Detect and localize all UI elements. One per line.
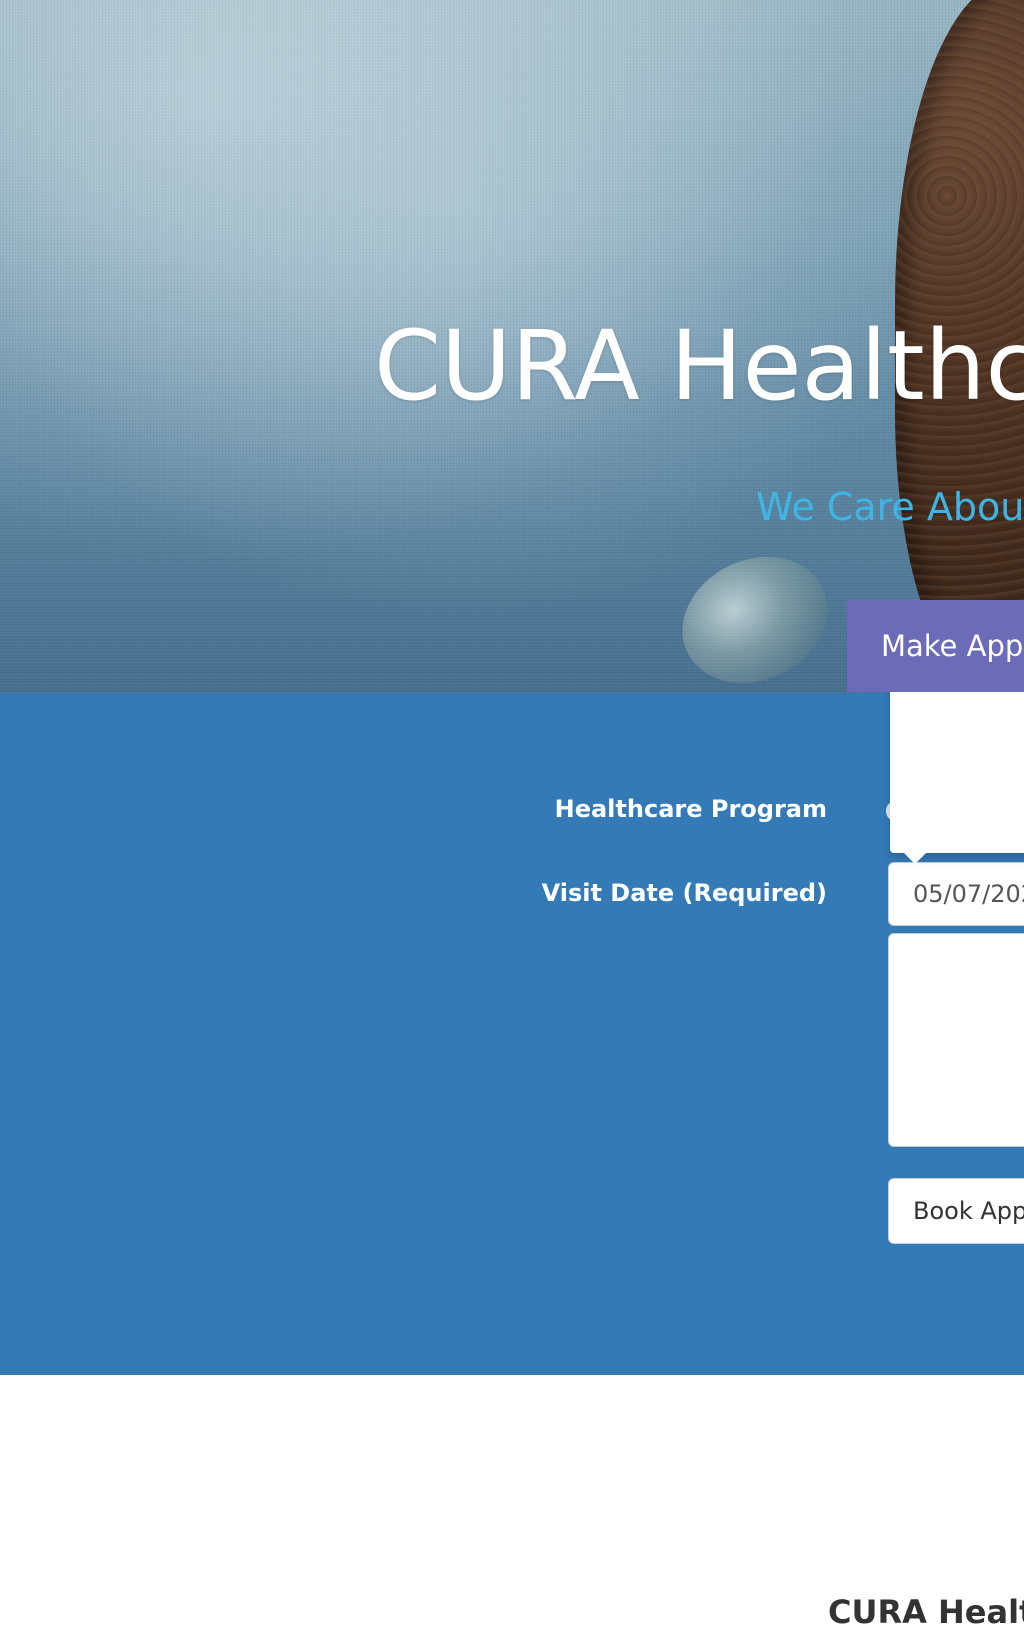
hero-title: CURA Healthcare Service [374,310,1024,422]
hero-header: CURA Healthcare Service We Care About Yo… [0,0,1024,693]
make-appointment-button[interactable]: Make Appointment [847,600,1024,692]
appointment-section [0,693,1024,1375]
page: CURA Healthcare Service We Care About Yo… [0,0,1024,1627]
hero-subtitle: We Care About Your Health [756,485,1024,529]
datepicker-caret [904,853,926,864]
visit-date-input[interactable]: 05/07/2024 [888,862,1024,926]
healthcare-program-label: Healthcare Program [554,795,827,823]
book-appointment-button[interactable]: Book Appointment [888,1178,1024,1244]
footer-brand: CURA Healthcare Service [828,1593,1024,1627]
visit-date-label: Visit Date (Required) [541,879,827,907]
comment-textarea[interactable] [888,933,1024,1147]
